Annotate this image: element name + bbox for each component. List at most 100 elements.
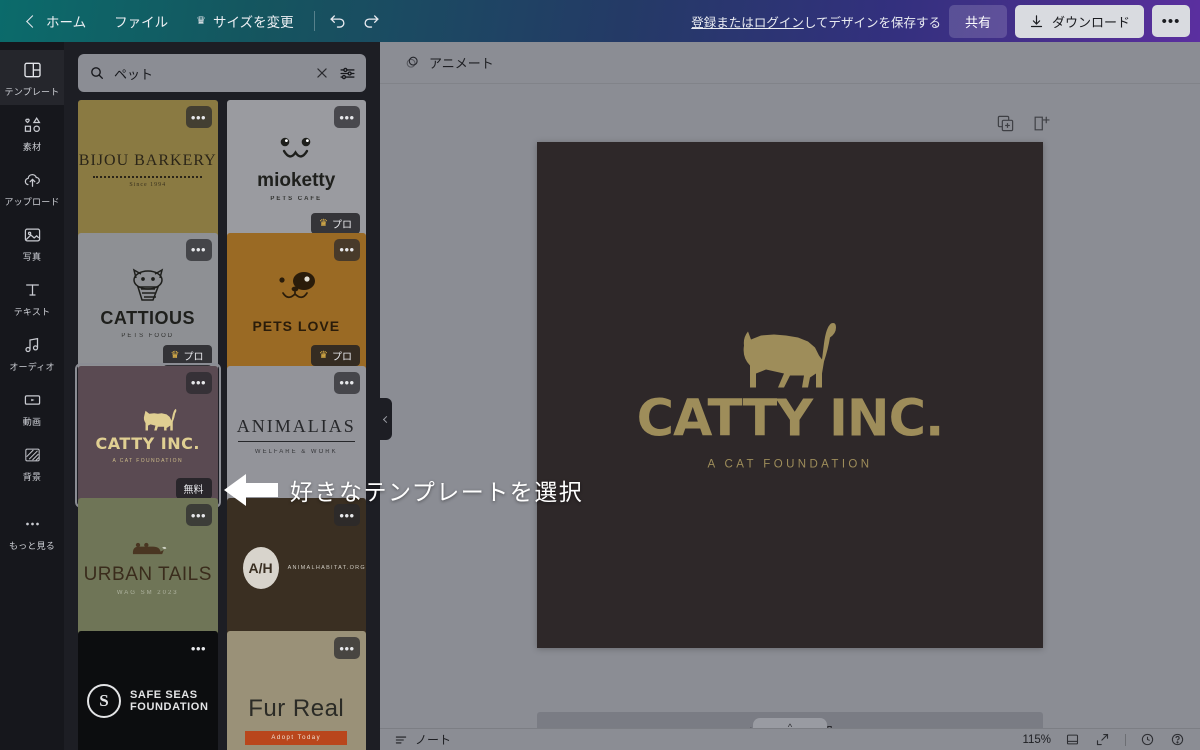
- sidebar-item-templates[interactable]: テンプレート: [0, 50, 64, 105]
- save-design-prompt[interactable]: 登録またはログインしてデザインを保存する: [691, 12, 941, 31]
- template-title: BIJOU BARKERY: [78, 151, 217, 169]
- top-toolbar-left: ホーム ファイル ♛ サイズを変更: [0, 0, 389, 42]
- crown-icon: ♛: [170, 350, 180, 362]
- search-input[interactable]: ペット: [114, 64, 304, 83]
- bottom-toolbar: ノート 115%: [380, 728, 1200, 750]
- search-section: ペット: [64, 42, 380, 100]
- resize-button[interactable]: ♛ サイズを変更: [182, 0, 307, 42]
- chevron-left-icon: [26, 14, 39, 28]
- template-card[interactable]: ••• CATTIOUS PETS FOOD ♛ プロ: [78, 232, 218, 373]
- sidebar-item-background[interactable]: 背景: [0, 435, 64, 490]
- toolbar-divider: [313, 11, 315, 31]
- template-title: Fur Real: [248, 695, 345, 723]
- template-subtitle: ANIMALHABITAT.ORG: [287, 565, 366, 572]
- template-card[interactable]: ••• URBAN TAILS WAG SM 2023: [78, 498, 218, 638]
- search-bar[interactable]: ペット: [78, 54, 366, 92]
- sidebar-label-photos: 写真: [22, 252, 42, 262]
- design-canvas[interactable]: CATTY INC. A CAT FOUNDATION: [537, 142, 1043, 648]
- collapse-panel-handle[interactable]: [380, 398, 392, 440]
- zoom-level[interactable]: 115%: [1022, 734, 1051, 746]
- template-card[interactable]: ••• S SAFE SEAS FOUNDATION: [78, 631, 218, 750]
- logo-subtitle: A CAT FOUNDATION: [707, 458, 873, 471]
- badge-label: 無料: [183, 485, 204, 497]
- walking-cat-silhouette-icon: [743, 323, 836, 388]
- sidebar-item-video[interactable]: 動画: [0, 380, 64, 435]
- template-options-button[interactable]: •••: [334, 106, 360, 128]
- template-options-button[interactable]: •••: [185, 371, 212, 394]
- template-mark: A/H: [242, 547, 279, 590]
- pro-badge: ♛ プロ: [162, 345, 212, 367]
- video-icon: [21, 389, 43, 411]
- notes-button[interactable]: ノート: [394, 731, 451, 748]
- animate-button[interactable]: アニメート: [394, 47, 504, 78]
- help-icon[interactable]: [1170, 732, 1186, 748]
- top-toolbar: ホーム ファイル ♛ サイズを変更 登録またはログインしてデザインを保存する 共…: [0, 0, 1200, 42]
- template-subtitle: PETS FOOD: [121, 332, 175, 339]
- notes-label: ノート: [415, 733, 452, 747]
- logo-title: CATTY INC.: [636, 389, 945, 449]
- filter-icon[interactable]: [339, 65, 356, 82]
- template-subtitle: Since 1994: [129, 181, 167, 188]
- bottom-toolbar-right: 115%: [1022, 732, 1186, 748]
- fullscreen-icon[interactable]: [1095, 732, 1111, 748]
- template-options-button[interactable]: •••: [185, 504, 212, 527]
- divider: [1125, 733, 1126, 746]
- grid-view-icon[interactable]: [1065, 732, 1081, 748]
- add-page-icon[interactable]: [1032, 114, 1052, 134]
- clear-search-icon[interactable]: [313, 65, 330, 82]
- left-sidebar-rail: テンプレート 素材 アップロード 写真 テキスト オーディオ 動画 背景 もっと…: [0, 42, 64, 750]
- login-link[interactable]: ログイン: [754, 16, 804, 30]
- template-options-button[interactable]: •••: [185, 238, 212, 261]
- sidebar-label-more: もっと見る: [8, 541, 55, 551]
- sidebar-item-audio[interactable]: オーディオ: [0, 325, 64, 380]
- sidebar-item-photos[interactable]: 写真: [0, 215, 64, 270]
- template-card[interactable]: ••• BIJOU BARKERY Since 1994: [78, 100, 218, 240]
- template-title: mioketty: [257, 170, 336, 192]
- sidebar-item-text[interactable]: テキスト: [0, 270, 64, 325]
- template-title: SAFE SEAS: [129, 688, 198, 701]
- template-card[interactable]: ••• mioketty PETS CAFE ♛ プロ: [226, 100, 366, 240]
- more-dots-icon: [21, 513, 43, 535]
- signup-link[interactable]: 登録または: [691, 16, 754, 30]
- template-options-button[interactable]: •••: [185, 106, 212, 128]
- download-icon: [1030, 14, 1043, 27]
- template-card-selected[interactable]: ••• CATTY INC. A CAT FOUNDATION 無料: [75, 362, 221, 509]
- search-icon: [88, 65, 105, 82]
- file-menu-button[interactable]: ファイル: [100, 0, 182, 42]
- crown-icon: ♛: [319, 217, 328, 229]
- sidebar-item-elements[interactable]: 素材: [0, 105, 64, 160]
- template-card[interactable]: ••• A/H ANIMALHABITAT.ORG: [226, 498, 366, 638]
- undo-button[interactable]: [321, 4, 355, 38]
- template-options-button[interactable]: •••: [334, 504, 360, 527]
- pro-badge: ♛ プロ: [311, 345, 360, 367]
- template-card[interactable]: ••• Fur Real Adopt Today: [226, 631, 366, 750]
- download-button[interactable]: ダウンロード: [1014, 4, 1144, 38]
- home-button[interactable]: ホーム: [14, 0, 100, 42]
- editor-area: アニメート CATTY INC. A CAT FOUNDATION: [380, 42, 1200, 750]
- template-card[interactable]: ••• PETS LOVE ♛ プロ: [226, 232, 366, 373]
- divider: [93, 175, 203, 178]
- cat-head-icon: [132, 268, 163, 301]
- template-options-button[interactable]: •••: [334, 637, 360, 660]
- duplicate-page-icon[interactable]: [996, 114, 1016, 134]
- share-button[interactable]: 共有: [948, 4, 1007, 38]
- sidebar-label-audio: オーディオ: [9, 362, 55, 372]
- elements-icon: [21, 114, 43, 136]
- template-icon: [21, 59, 43, 81]
- sidebar-item-more[interactable]: もっと見る: [0, 504, 64, 559]
- redo-button[interactable]: [355, 4, 389, 38]
- sidebar-item-upload[interactable]: アップロード: [0, 160, 64, 215]
- save-suffix: してデザインを保存する: [803, 15, 941, 30]
- logo-composition: CATTY INC. A CAT FOUNDATION: [537, 320, 1043, 471]
- bear-icon: [132, 543, 167, 555]
- template-card[interactable]: ••• ANIMALIAS WELFARE & WORK: [226, 365, 366, 506]
- template-options-button[interactable]: •••: [186, 637, 212, 659]
- timer-icon[interactable]: [1140, 732, 1156, 748]
- template-subtitle: FOUNDATION: [129, 700, 209, 713]
- template-title: CATTY INC.: [95, 434, 200, 454]
- template-options-button[interactable]: •••: [334, 371, 360, 394]
- more-options-button[interactable]: •••: [1152, 5, 1190, 37]
- badge-label: プロ: [332, 219, 352, 231]
- template-options-button[interactable]: •••: [334, 238, 360, 261]
- text-icon: [21, 279, 43, 301]
